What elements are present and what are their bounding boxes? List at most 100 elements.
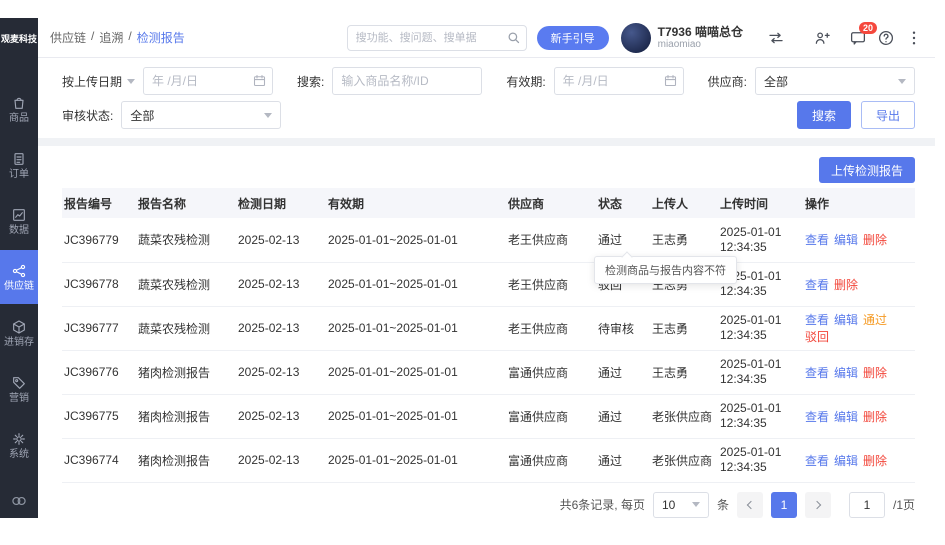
col-supplier: 供应商	[508, 188, 598, 218]
contacts-icon[interactable]	[813, 29, 831, 47]
upload-report-button[interactable]: 上传检测报告	[818, 157, 915, 183]
table-row: JC396776 猪肉检测报告 2025-02-13 2025-01-01~2025-…	[62, 350, 915, 395]
sidebar-item-data[interactable]: 数据	[0, 194, 38, 248]
action-view[interactable]: 查看	[805, 233, 829, 247]
audit-status-select[interactable]: 全部	[121, 101, 282, 129]
system-icon	[11, 431, 27, 447]
calendar-icon[interactable]	[252, 73, 267, 88]
cell-actions: 查看 编辑 通过驳回	[805, 306, 915, 351]
page-jump-input[interactable]	[848, 491, 885, 518]
product-search-input[interactable]	[332, 67, 483, 95]
action-delete[interactable]: 删除	[863, 454, 887, 468]
action-view[interactable]: 查看	[805, 366, 829, 380]
cell-supplier: 老王供应商	[508, 218, 598, 263]
cell-validity: 2025-01-01~2025-01-01	[328, 394, 508, 439]
validity-label: 有效期:	[506, 74, 546, 89]
chevron-down-icon	[127, 78, 136, 84]
action-approve[interactable]: 通过	[863, 313, 887, 327]
action-edit[interactable]: 编辑	[834, 313, 858, 327]
brand-logo: 观麦科技	[0, 33, 37, 44]
marketing-icon	[11, 375, 27, 391]
supplier-select[interactable]: 全部	[755, 67, 915, 95]
chevron-down-icon	[691, 502, 700, 507]
cell-report-id: JC396777	[62, 306, 138, 351]
col-uploader: 上传人	[652, 188, 720, 218]
avatar[interactable]	[620, 22, 651, 53]
goods-icon	[11, 95, 27, 111]
date-type-dropdown[interactable]: 按上传日期	[62, 73, 136, 90]
prev-page-button[interactable]	[736, 491, 763, 518]
action-delete[interactable]: 删除	[834, 278, 858, 292]
action-edit[interactable]: 编辑	[834, 366, 858, 380]
cell-validity: 2025-01-01~2025-01-01	[328, 350, 508, 395]
action-reject[interactable]: 驳回	[805, 330, 829, 344]
action-edit[interactable]: 编辑	[834, 454, 858, 468]
rings-icon	[12, 496, 26, 506]
topbar: 供应链 / 追溯 / 检测报告 新手引导 T7936	[38, 18, 935, 58]
global-search	[346, 24, 527, 51]
cell-uploader: 王志勇	[652, 350, 720, 395]
product-search-field	[332, 67, 483, 95]
sidebar-item-inventory[interactable]: 进销存	[0, 306, 38, 360]
col-actions: 操作	[805, 188, 915, 218]
action-view[interactable]: 查看	[805, 454, 829, 468]
chevron-left-icon	[746, 500, 756, 509]
user-block[interactable]: T7936 喵喵总仓 miaomiao	[620, 22, 743, 53]
switch-account-icon[interactable]	[767, 29, 785, 47]
action-edit[interactable]: 编辑	[834, 410, 858, 424]
search-icon[interactable]	[506, 30, 521, 45]
col-validity: 有效期	[328, 188, 508, 218]
search-button[interactable]: 搜索	[796, 101, 851, 129]
cell-report-name: 猪肉检测报告	[138, 438, 238, 483]
action-edit[interactable]: 编辑	[834, 233, 858, 247]
report-table: 报告编号 报告名称 检测日期 有效期 供应商 状态 上传人 上传时间 操作 JC…	[62, 188, 915, 483]
action-delete[interactable]: 删除	[863, 366, 887, 380]
col-report-name: 报告名称	[138, 188, 238, 218]
sidebar-item-orders[interactable]: 订单	[0, 138, 38, 192]
cell-validity: 2025-01-01~2025-01-01	[328, 306, 508, 351]
breadcrumb-trace[interactable]: 追溯	[99, 29, 123, 46]
chevron-right-icon	[812, 500, 822, 509]
sidebar-item-marketing[interactable]: 营销	[0, 362, 38, 416]
help-icon[interactable]	[877, 29, 895, 47]
cell-report-id: JC396776	[62, 350, 138, 395]
calendar-icon[interactable]	[663, 73, 678, 88]
sidebar-item-supply-chain[interactable]: 供应链	[0, 250, 38, 304]
action-delete[interactable]: 删除	[863, 233, 887, 247]
cell-actions: 查看 编辑 删除	[805, 218, 915, 263]
cell-test-date: 2025-02-13	[238, 306, 328, 351]
cell-supplier: 富通供应商	[508, 438, 598, 483]
more-menu-icon[interactable]	[905, 29, 923, 47]
sidebar-item-system[interactable]: 系统	[0, 418, 38, 472]
messages-icon[interactable]: 20	[849, 21, 878, 47]
pagination-total-pages: /1页	[892, 498, 915, 512]
content: 按上传日期 搜索:	[38, 58, 935, 518]
data-icon	[11, 207, 27, 223]
cell-actions: 查看 编辑 删除	[805, 394, 915, 439]
filter-panel: 按上传日期 搜索:	[38, 58, 935, 138]
upload-date-field	[143, 67, 274, 95]
sidebar-item-goods[interactable]: 商品	[0, 82, 38, 136]
page-1-button[interactable]: 1	[770, 491, 797, 518]
guide-button[interactable]: 新手引导	[536, 25, 609, 50]
chevron-down-icon	[264, 112, 273, 118]
action-view[interactable]: 查看	[805, 410, 829, 424]
cell-uploader: 老张供应商	[652, 394, 720, 439]
validity-date-field	[553, 67, 684, 95]
export-button[interactable]: 导出	[860, 101, 915, 129]
page-size-select[interactable]: 10	[652, 491, 709, 518]
action-delete[interactable]: 删除	[863, 410, 887, 424]
cell-test-date: 2025-02-13	[238, 262, 328, 307]
next-page-button[interactable]	[804, 491, 831, 518]
user-info: T7936 喵喵总仓 miaomiao	[658, 25, 743, 51]
action-view[interactable]: 查看	[805, 313, 829, 327]
global-search-input[interactable]	[346, 24, 527, 51]
sidebar-item-label: 商品	[9, 112, 29, 124]
breadcrumb-supply-chain[interactable]: 供应链	[50, 29, 86, 46]
inventory-icon	[11, 319, 27, 335]
cell-validity: 2025-01-01~2025-01-01	[328, 218, 508, 263]
action-view[interactable]: 查看	[805, 278, 829, 292]
report-table-body: JC396779 蔬菜农残检测 2025-02-13 2025-01-01~2025-…	[62, 218, 915, 483]
cell-status: 通过	[598, 438, 652, 483]
cell-test-date: 2025-02-13	[238, 350, 328, 395]
